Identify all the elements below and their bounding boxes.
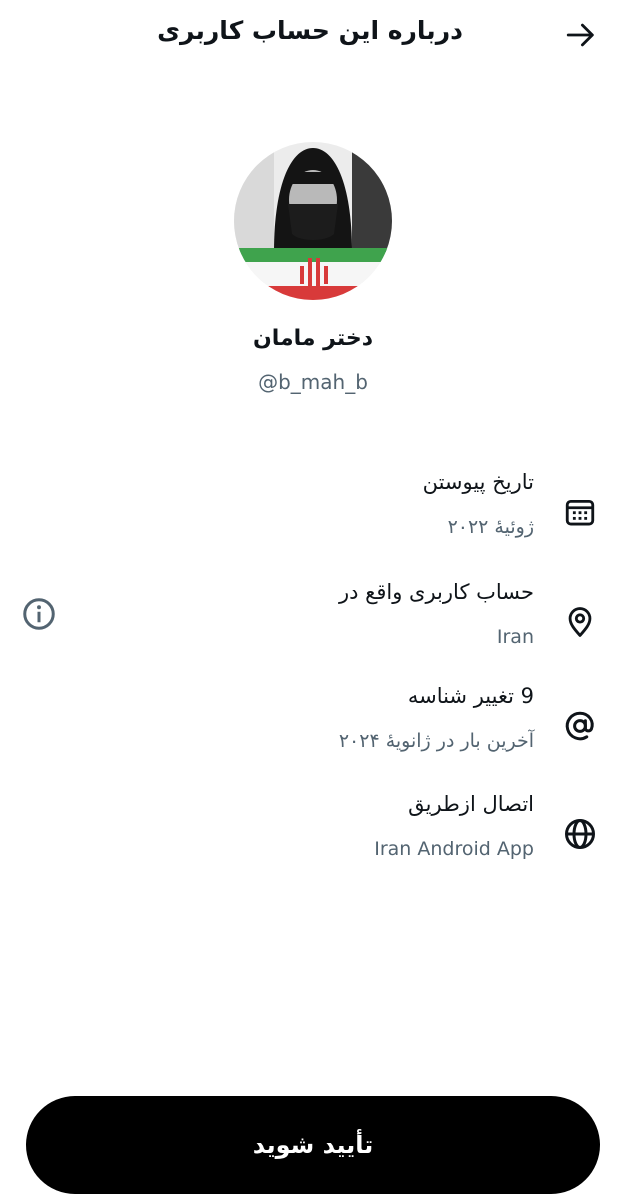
- location-label: حساب کاربری واقع در: [339, 580, 534, 604]
- username-changes-label: 9 تغییر شناسه: [407, 684, 534, 708]
- page-title: درباره این حساب کاربری: [157, 16, 463, 45]
- avatar[interactable]: [234, 142, 392, 300]
- username-changes-last: آخرین بار در ژانویهٔ ۲۰۲۴: [338, 730, 534, 752]
- location-row: حساب کاربری واقع در Iran: [0, 580, 626, 680]
- about-account-screen: درباره این حساب کاربری دختر مامان @b_mah…: [0, 0, 626, 1200]
- globe-icon: [560, 814, 600, 854]
- location-pin-icon: [560, 602, 600, 642]
- connected-via-label: اتصال ازطریق: [408, 792, 534, 816]
- location-value: Iran: [496, 626, 534, 648]
- calendar-icon: [560, 492, 600, 532]
- connected-via-row: اتصال ازطریق Iran Android App: [0, 792, 626, 892]
- arrow-right-icon: [566, 23, 594, 47]
- join-date-row: تاریخ پیوستن ژوئیهٔ ۲۰۲۲: [0, 470, 626, 570]
- back-button[interactable]: [560, 14, 602, 56]
- join-date-value: ژوئیهٔ ۲۰۲۲: [447, 516, 534, 538]
- display-name: دختر مامان: [252, 326, 373, 351]
- connected-via-value: Iran Android App: [374, 838, 534, 860]
- username-changes-row: 9 تغییر شناسه آخرین بار در ژانویهٔ ۲۰۲۴: [0, 684, 626, 784]
- at-sign-icon: [560, 706, 600, 746]
- username: @b_mah_b: [258, 370, 368, 394]
- join-date-label: تاریخ پیوستن: [422, 470, 534, 494]
- verify-button[interactable]: تأیید شوید: [26, 1096, 600, 1194]
